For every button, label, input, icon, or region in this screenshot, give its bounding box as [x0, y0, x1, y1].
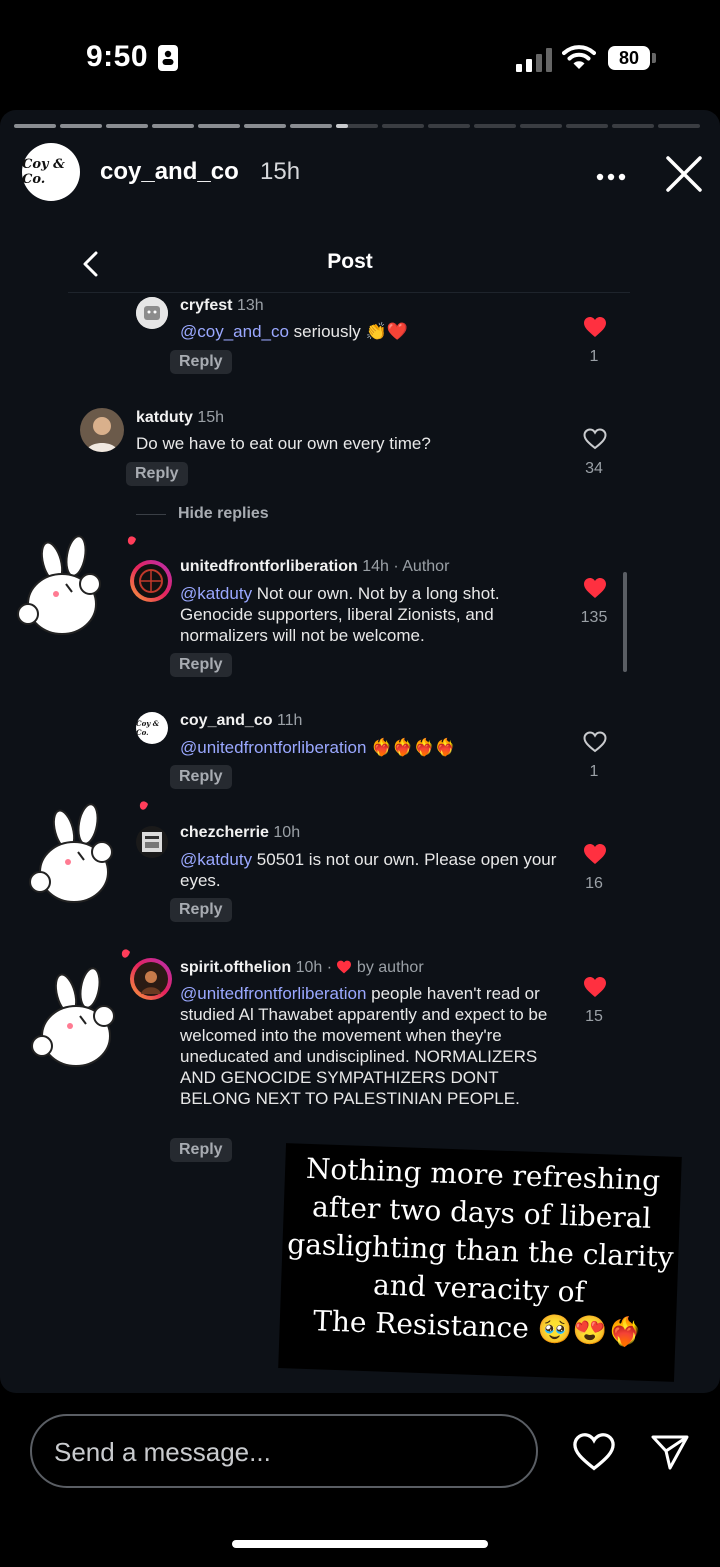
id-card-icon: [158, 45, 178, 71]
comment-text: @unitedfrontforliberation people haven't…: [180, 984, 548, 1108]
progress-segment: [244, 124, 286, 128]
liked-by-author-heart-icon: [336, 960, 352, 979]
like-count: 1: [589, 763, 599, 780]
reply-button[interactable]: Reply: [170, 653, 232, 677]
progress-segment: [658, 124, 700, 128]
mention-link[interactable]: @katduty: [180, 584, 252, 603]
comment-username[interactable]: coy_and_co 11h: [180, 712, 302, 730]
like-filled-icon[interactable]: [583, 577, 607, 604]
like-filled-icon[interactable]: [583, 316, 607, 343]
like-outline-icon[interactable]: [583, 731, 607, 758]
comment-username[interactable]: unitedfrontforliberation 14h · Author: [180, 558, 449, 576]
post-title: Post: [327, 250, 373, 273]
mention-link[interactable]: @katduty: [180, 850, 252, 869]
avatar[interactable]: [136, 297, 168, 329]
bunny-sticker[interactable]: [14, 796, 164, 911]
progress-segment: [428, 124, 470, 128]
cellular-signal-icon: [516, 48, 552, 72]
hide-replies-line: [136, 514, 166, 515]
post-header-divider: [68, 292, 630, 293]
progress-segment: [14, 124, 56, 128]
like-count: 135: [580, 609, 608, 626]
mention-link[interactable]: @unitedfrontforliberation: [180, 984, 366, 1003]
home-indicator[interactable]: [232, 1540, 488, 1548]
scrollbar[interactable]: [623, 572, 627, 672]
progress-segment: [198, 124, 240, 128]
like-filled-icon[interactable]: [583, 843, 607, 870]
comment-text: @unitedfrontforliberation ❤️‍🔥❤️‍🔥❤️‍🔥❤️…: [180, 738, 456, 757]
comment-text: @katduty Not our own. Not by a long shot…: [180, 584, 500, 645]
avatar[interactable]: [80, 408, 124, 452]
reply-button[interactable]: Reply: [170, 1138, 232, 1162]
bunny-sticker[interactable]: [24, 946, 174, 1081]
reply-button[interactable]: Reply: [170, 350, 232, 374]
battery-indicator: 80: [608, 46, 650, 70]
mention-link[interactable]: @unitedfrontforliberation: [180, 738, 366, 757]
comment-text: Do we have to eat our own every time?: [136, 434, 431, 453]
more-options-icon[interactable]: [596, 168, 626, 186]
like-outline-icon[interactable]: [583, 428, 607, 455]
like-filled-icon[interactable]: [583, 976, 607, 1003]
like-count: 16: [585, 875, 603, 892]
story-username[interactable]: coy_and_co: [100, 158, 239, 186]
progress-segment: [60, 124, 102, 128]
progress-segment: [152, 124, 194, 128]
wifi-icon: [562, 44, 596, 75]
progress-segment: [336, 124, 378, 128]
reply-button[interactable]: Reply: [170, 765, 232, 789]
like-count: 1: [589, 348, 599, 365]
reply-button[interactable]: Reply: [126, 462, 188, 486]
progress-segment: [106, 124, 148, 128]
reply-button[interactable]: Reply: [170, 898, 232, 922]
comment-username[interactable]: katduty 15h: [136, 409, 224, 427]
progress-segment: [612, 124, 654, 128]
close-icon[interactable]: [664, 154, 704, 199]
progress-segment: [520, 124, 562, 128]
comment-username[interactable]: spirit.ofthelion 10h · by author: [180, 959, 424, 979]
story-age: 15h: [260, 158, 301, 185]
send-icon[interactable]: [650, 1432, 690, 1477]
comment-username[interactable]: chezcherrie 10h: [180, 824, 300, 842]
progress-segment: [474, 124, 516, 128]
progress-segment: [290, 124, 332, 128]
story-caption: Nothing more refreshing after two days o…: [278, 1143, 682, 1382]
heart-icon[interactable]: [572, 1432, 616, 1477]
story-avatar[interactable]: Coy & Co.: [22, 143, 80, 201]
bunny-sticker[interactable]: [10, 534, 160, 649]
progress-segment: [566, 124, 608, 128]
progress-segment: [382, 124, 424, 128]
battery-tip: [652, 53, 656, 63]
story-progress-bar: [14, 124, 700, 128]
avatar[interactable]: Coy & Co.: [136, 712, 168, 744]
message-placeholder: Send a message...: [54, 1437, 271, 1467]
status-time: 9:50: [86, 40, 149, 73]
story-avatar-text: Coy & Co.: [22, 157, 65, 187]
like-count: 15: [585, 1008, 603, 1025]
comment-text: @katduty 50501 is not our own. Please op…: [180, 850, 557, 890]
hide-replies-button[interactable]: Hide replies: [178, 505, 269, 523]
like-count: 34: [585, 460, 603, 477]
mention-link[interactable]: @coy_and_co: [180, 322, 289, 341]
comment-username[interactable]: cryfest 13h: [180, 297, 264, 315]
comment-text: @coy_and_co seriously 👏❤️: [180, 322, 408, 341]
